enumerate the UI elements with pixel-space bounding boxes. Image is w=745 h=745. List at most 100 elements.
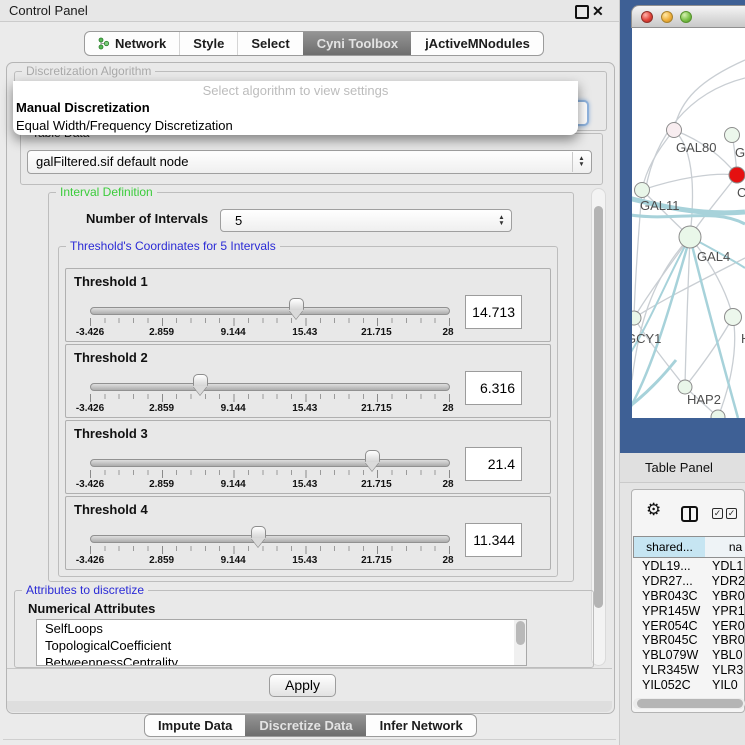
cell-shared-name: YDL19... — [633, 559, 707, 574]
table-data-combobox[interactable]: galFiltered.sif default node ▲▼ — [27, 150, 592, 174]
node-label: HAP2 — [687, 392, 721, 407]
gal11-node[interactable] — [635, 183, 650, 198]
spinner-stepper-icon[interactable]: ▲▼ — [493, 211, 510, 230]
menu-item[interactable]: Equal Width/Frequency Discretization — [13, 117, 578, 135]
network-canvas-svg[interactable]: GAL80GAGAL11CGAL4GCY1HHAP2 — [632, 28, 745, 418]
table-row[interactable]: YLR345WYLR3 — [633, 663, 745, 678]
dropdown-prompt: Select algorithm to view settings — [13, 81, 578, 99]
close-window-icon[interactable] — [641, 11, 653, 23]
table-row[interactable]: YDR27...YDR2 — [633, 574, 745, 589]
gear-icon[interactable]: ⚙ — [646, 501, 661, 518]
slider-thumb[interactable] — [289, 298, 304, 310]
tick-label: 21.715 — [361, 479, 392, 490]
tick-label: 15.43 — [292, 479, 317, 490]
apply-button[interactable]: Apply — [269, 674, 336, 697]
column-header-name[interactable]: na — [705, 536, 745, 558]
list-item[interactable]: SelfLoops — [37, 620, 526, 637]
table-row[interactable]: YPR145WYPR1 — [633, 604, 745, 619]
network-window-titlebar[interactable] — [631, 5, 745, 28]
gal80-node[interactable] — [667, 123, 682, 138]
threshold-row: Threshold 3-3.4262.8599.14415.4321.71528… — [65, 420, 551, 494]
horizontal-scrollbar-thumb[interactable] — [637, 699, 743, 708]
group-title: Discretization Algorithm — [22, 64, 155, 78]
table-row[interactable]: YER054CYER0 — [633, 619, 745, 634]
tick-label: 15.43 — [292, 403, 317, 414]
threshold-value-field[interactable]: 11.344 — [465, 523, 522, 557]
control-panel-title: Control Panel — [0, 0, 619, 22]
threshold-value-field[interactable]: 21.4 — [465, 447, 522, 481]
threshold-value-field[interactable]: 6.316 — [465, 371, 522, 405]
tab-label: Discretize Data — [259, 718, 352, 733]
threshold-label: Threshold 4 — [74, 502, 148, 517]
table-panel-title: Table Panel — [620, 453, 745, 483]
minimize-window-icon[interactable] — [661, 11, 673, 23]
tick-label: 2.859 — [149, 479, 174, 490]
tab-cyni-toolbox[interactable]: Cyni Toolbox — [303, 32, 411, 55]
threshold-value-field[interactable]: 14.713 — [465, 295, 522, 329]
gcy1-node[interactable] — [632, 311, 641, 325]
threshold-rows: Threshold 1-3.4262.8599.14415.4321.71528… — [65, 247, 551, 576]
network-canvas[interactable]: GAL80GAGAL11CGAL4GCY1HHAP2 — [632, 28, 745, 418]
table-row[interactable]: YIL052CYIL0 — [633, 678, 745, 693]
checkbox-icon[interactable]: ✓ — [712, 508, 723, 519]
selected-red-node[interactable] — [729, 167, 745, 183]
slider-thumb[interactable] — [193, 374, 208, 386]
combobox-stepper-icon[interactable]: ▲▼ — [572, 152, 590, 172]
tab-label: Impute Data — [158, 718, 232, 733]
slider-thumb[interactable] — [365, 450, 380, 462]
list-item[interactable]: TopologicalCoefficient — [37, 637, 526, 654]
split-columns-icon[interactable] — [681, 506, 698, 522]
tab-style[interactable]: Style — [179, 32, 237, 55]
control-panel-tabbar: Network Style Select Cyni Toolbox jActiv… — [84, 31, 544, 56]
table-row[interactable]: YBR043CYBR0 — [633, 589, 745, 604]
column-header-shared-name[interactable]: shared... — [633, 536, 706, 558]
tick-label: 21.715 — [361, 555, 392, 566]
float-window-icon[interactable] — [575, 5, 589, 19]
slider-thumb[interactable] — [251, 526, 266, 538]
slider-track[interactable] — [90, 383, 450, 391]
attributes-list[interactable]: SelfLoopsTopologicalCoefficientBetweenne… — [36, 619, 527, 666]
node-label: C — [737, 185, 745, 200]
tab-impute-data[interactable]: Impute Data — [145, 715, 245, 736]
number-of-intervals-spinner[interactable]: 5 ▲▼ — [220, 209, 512, 232]
table-row[interactable]: YDL19...YDL1 — [633, 559, 745, 574]
node-label: H — [741, 331, 745, 346]
slider-track[interactable] — [90, 459, 450, 467]
tick-label: 2.859 — [149, 403, 174, 414]
tick-label: 21.715 — [361, 403, 392, 414]
tab-infer-network[interactable]: Infer Network — [366, 715, 476, 736]
cell-shared-name: YPR145W — [633, 604, 707, 619]
list-item[interactable]: BetweennessCentrality — [37, 654, 526, 666]
tick-label: 2.859 — [149, 327, 174, 338]
table-row[interactable]: YBL079WYBL0 — [633, 648, 745, 663]
menu-item[interactable]: Manual Discretization — [13, 99, 578, 117]
attributes-scrollbar-thumb[interactable] — [516, 621, 525, 645]
algorithm-dropdown-popup: Select algorithm to view settings Manual… — [13, 81, 578, 135]
node[interactable] — [725, 309, 742, 326]
tab-jactivemnodules[interactable]: jActiveMNodules — [411, 32, 543, 55]
threshold-coordinates-group: Threshold's Coordinates for 5 Intervals … — [58, 246, 558, 577]
zoom-window-icon[interactable] — [680, 11, 692, 23]
slider-track[interactable] — [90, 307, 450, 315]
tick-label: -3.426 — [76, 555, 104, 566]
cell-shared-name: YER054C — [633, 619, 707, 634]
tab-discretize-data[interactable]: Discretize Data — [245, 715, 365, 736]
node[interactable] — [711, 410, 725, 418]
gal4-node[interactable] — [679, 226, 701, 248]
table-row[interactable]: YBR045CYBR0 — [633, 633, 745, 648]
tab-network[interactable]: Network — [85, 32, 179, 55]
tab-label: Style — [193, 36, 224, 51]
slider-track[interactable] — [90, 535, 450, 543]
slider-major-ticks — [90, 470, 450, 478]
tick-label: -3.426 — [76, 479, 104, 490]
checkbox-icon[interactable]: ✓ — [726, 508, 737, 519]
vertical-scrollbar-thumb[interactable] — [594, 206, 603, 608]
node-label: GCY1 — [632, 331, 661, 346]
close-icon[interactable]: ✕ — [592, 3, 604, 19]
cell-name: YIL0 — [707, 678, 738, 693]
node[interactable] — [725, 128, 740, 143]
algorithm-popup-options: Manual DiscretizationEqual Width/Frequen… — [13, 99, 578, 135]
tab-label: jActiveMNodules — [425, 36, 530, 51]
cell-name: YLR3 — [707, 663, 743, 678]
tab-select[interactable]: Select — [237, 32, 302, 55]
